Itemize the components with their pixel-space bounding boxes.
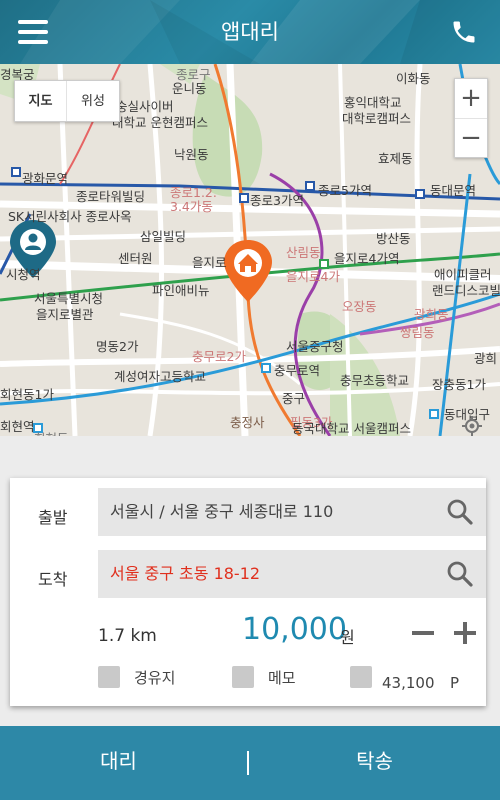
current-location-button[interactable]: [460, 414, 484, 436]
bottom-action-bar: 대리 탁송: [0, 726, 500, 800]
map-label: 광화문역: [22, 171, 69, 186]
departure-value: 서울시 / 서울 중구 세종대로 110: [110, 502, 334, 521]
memo-checkbox[interactable]: 메모: [232, 666, 296, 688]
map-type-map-button[interactable]: 지도: [15, 81, 67, 121]
car-delivery-button[interactable]: 탁송: [249, 726, 500, 800]
map-label: 충정사: [230, 415, 265, 430]
map-label: 효제동: [378, 151, 413, 166]
map-label: 동국대학교 서울캠퍼스: [292, 421, 411, 436]
map-label: 종로3가역: [250, 193, 304, 208]
search-icon: [447, 561, 473, 587]
map-label: 쌍림동: [400, 325, 435, 340]
map-label: 방산동: [376, 231, 411, 246]
app-header: 앱대리: [0, 0, 500, 64]
map-label: 오장동: [342, 299, 377, 314]
memo-label: 메모: [268, 668, 296, 687]
map-label: 시청역: [6, 267, 41, 282]
checkbox-box: [350, 666, 372, 688]
map-label: 계성여자고등학교: [114, 369, 207, 384]
arrival-field[interactable]: 서울 중구 초동 18-12: [98, 550, 486, 598]
map-label: 낙원동: [174, 147, 209, 162]
map-label: 서울중구청: [286, 339, 344, 354]
waypoint-checkbox[interactable]: 경유지: [98, 666, 175, 688]
arrival-search-button[interactable]: [446, 560, 474, 588]
map-label: 중구: [282, 391, 306, 406]
designated-driver-button[interactable]: 대리: [0, 726, 247, 800]
map-label: 을지로별관: [36, 307, 94, 322]
map-label: 장충동1가: [432, 377, 486, 392]
points-checkbox[interactable]: [350, 666, 372, 688]
checkbox-box: [98, 666, 120, 688]
points-unit: P: [450, 674, 460, 692]
map-label: 종로구: [176, 67, 211, 82]
departure-field[interactable]: 서울시 / 서울 중구 세종대로 110: [98, 488, 486, 536]
zoom-controls: + −: [454, 78, 488, 158]
map-type-satellite-button[interactable]: 위성: [67, 81, 119, 121]
zoom-in-button[interactable]: +: [455, 79, 487, 119]
map-label: 명동2가: [96, 339, 139, 354]
map-label: 충무초등학교: [340, 373, 410, 388]
map-label: 산림동: [286, 245, 321, 260]
waypoint-label: 경유지: [134, 668, 176, 687]
points-value: 43,100: [382, 674, 435, 692]
app-screen: 앱대리 경복궁 운니동 종로구 이화동 숭실사이버 대학교 운현캠퍼스 홍익대학…: [0, 0, 500, 800]
fare-decrease-button[interactable]: [410, 616, 436, 650]
zoom-out-button[interactable]: −: [455, 119, 487, 159]
map-label: 광희: [474, 351, 498, 366]
distance-text: 1.7 km: [98, 626, 157, 646]
map-label: 동대문역: [430, 183, 477, 198]
map-label: 회현역: [0, 419, 35, 434]
map-label: 대학교 운현캠퍼스: [112, 115, 208, 130]
map-label: 충무로2가: [192, 349, 246, 364]
arrival-value: 서울 중구 초동 18-12: [110, 564, 261, 583]
fare-increase-button[interactable]: [452, 616, 478, 650]
search-icon: [447, 499, 473, 525]
map-view[interactable]: 경복궁 운니동 종로구 이화동 숭실사이버 대학교 운현캠퍼스 홍익대학교 대학…: [0, 64, 500, 436]
map-label: 광희동: [414, 307, 449, 322]
map-label: 파인애비뉴: [152, 283, 210, 298]
fare-amount: 10,000: [242, 612, 347, 647]
map-label: 센터원: [118, 251, 153, 266]
map-label: 랜드디스코빌: [432, 283, 500, 298]
map-label: 종로5가역: [318, 183, 372, 198]
map-label: 삼일빌딩: [140, 229, 187, 244]
map-label: SK서린사회사 종로사옥: [8, 209, 132, 224]
checkbox-box: [232, 666, 254, 688]
app-title: 앱대리: [221, 20, 279, 44]
map-label: 종로타워빌딩: [76, 189, 146, 204]
departure-label: 출발: [38, 508, 68, 527]
map-label: 을지로4가: [286, 269, 340, 284]
map-label: 3.4가동: [170, 199, 213, 214]
phone-icon: [453, 21, 475, 43]
arrival-label: 도착: [38, 570, 68, 589]
map-type-toggle: 지도 위성: [14, 80, 120, 122]
map-label: 대학로캠퍼스: [342, 111, 412, 126]
trip-form-card: 출발 서울시 / 서울 중구 세종대로 110 도착 서울 중구 초동 18-1…: [10, 478, 486, 706]
map-label: 회현동: [34, 428, 69, 436]
arrival-marker: [224, 240, 272, 302]
map-label: 충무로역: [274, 363, 321, 378]
departure-search-button[interactable]: [446, 498, 474, 526]
map-label: 회현동1가: [0, 387, 54, 402]
minus-icon: [412, 631, 434, 635]
map-label: 을지로4가역: [334, 251, 400, 266]
map-label: 이화동: [396, 71, 431, 86]
map-label: 을지로: [192, 255, 227, 270]
fare-unit: 원: [340, 628, 355, 647]
plus-icon: [454, 622, 476, 644]
crosshair-icon: [462, 416, 482, 436]
call-button[interactable]: [450, 18, 478, 46]
